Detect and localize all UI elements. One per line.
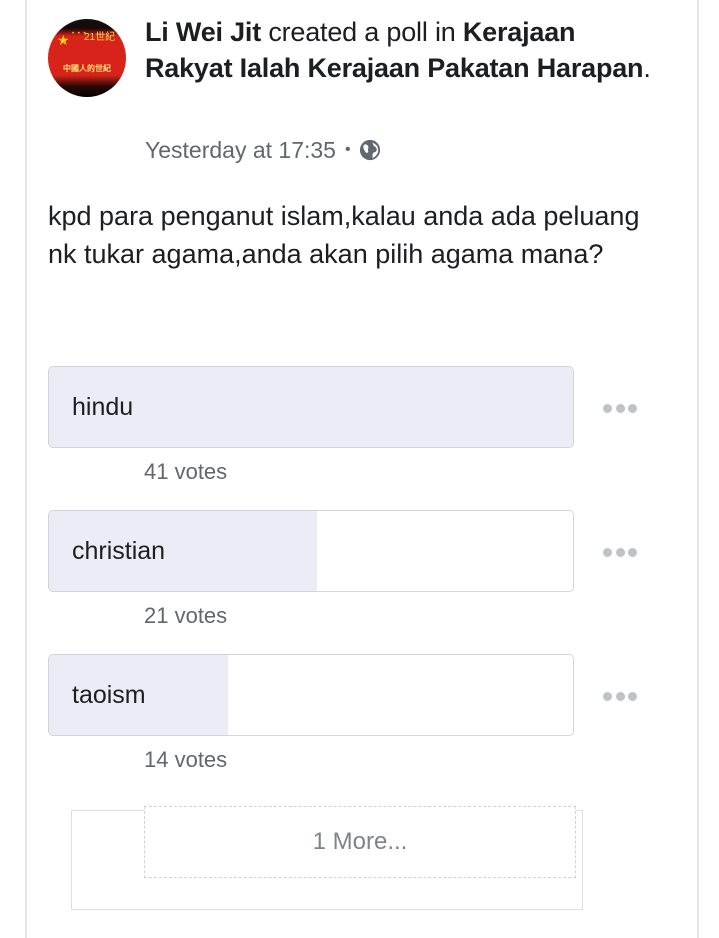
more-options-button[interactable]: 1 More... bbox=[144, 806, 576, 878]
avatar[interactable]: ★ • • • 21世紀 中國人的世紀 bbox=[48, 19, 126, 97]
globe-icon[interactable] bbox=[359, 139, 381, 161]
more-horizontal-icon[interactable] bbox=[603, 691, 637, 701]
post-header: Li Wei Jit created a poll in Kerajaan Ra… bbox=[145, 14, 665, 86]
action-text: created a poll in bbox=[261, 17, 463, 47]
author-name-link[interactable]: Li Wei Jit bbox=[145, 17, 261, 47]
star-icon: ★ bbox=[57, 32, 70, 48]
vote-count[interactable]: 14 votes bbox=[144, 746, 227, 774]
option-label: hindu bbox=[72, 393, 134, 421]
poll-question: kpd para penganut islam,kalau anda ada p… bbox=[48, 201, 640, 269]
avatar-bottom-text: 中國人的世紀 bbox=[63, 64, 111, 73]
option-label: christian bbox=[72, 537, 166, 565]
more-options-label: 1 More... bbox=[312, 828, 408, 855]
avatar-top-text: 21世紀 bbox=[84, 32, 116, 43]
more-horizontal-icon[interactable] bbox=[603, 547, 637, 557]
more-horizontal-icon[interactable] bbox=[603, 403, 637, 413]
trailing-period: . bbox=[643, 53, 651, 83]
poll-option-taoism[interactable]: taoism bbox=[48, 654, 574, 736]
poll-option-hindu[interactable]: hindu bbox=[48, 366, 574, 448]
meta-separator: • bbox=[344, 141, 351, 158]
poll-option-christian[interactable]: christian bbox=[48, 510, 574, 592]
vote-count[interactable]: 21 votes bbox=[144, 602, 227, 630]
post-meta: Yesterday at 17:35 • bbox=[145, 135, 381, 165]
option-label: taoism bbox=[72, 681, 146, 709]
timestamp-link[interactable]: Yesterday at 17:35 bbox=[145, 135, 336, 165]
vote-count[interactable]: 41 votes bbox=[144, 458, 227, 486]
